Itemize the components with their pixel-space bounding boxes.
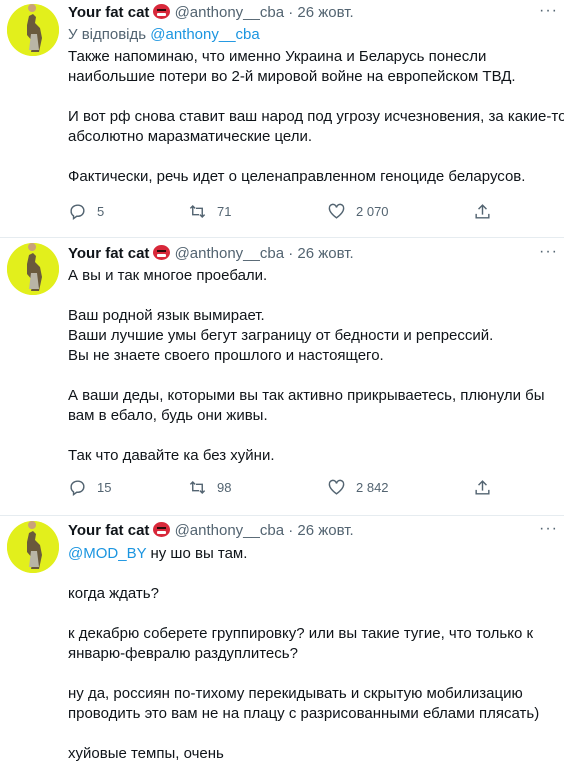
- text-line: Вы не знаете своего прошлого и настоящег…: [68, 347, 384, 364]
- tweet-text: @MOD_BY ну шо вы там. когда ждать? к дек…: [68, 544, 564, 764]
- heart-icon: [328, 203, 345, 219]
- angry-face-emoji-icon: [153, 4, 171, 19]
- tweet-text: Также напоминаю, что именно Украина и Бе…: [68, 47, 564, 187]
- retweet-button[interactable]: 71: [188, 200, 231, 222]
- text-line: наибольшие потери во 2-й мировой войне н…: [68, 68, 516, 85]
- text-line: @MOD_BY ну шо вы там.: [68, 544, 564, 564]
- separator-dot: ·: [288, 522, 294, 539]
- retweet-button[interactable]: 98: [188, 476, 231, 498]
- text-line: когда ждать?: [68, 585, 159, 602]
- retweet-icon: [189, 204, 206, 218]
- tweet-header: Your fat cat @anthony__cba · 26 жовт.: [68, 244, 354, 264]
- text-line: Также напоминаю, что именно Украина и Бе…: [68, 48, 487, 65]
- separator-dot: ·: [288, 4, 294, 21]
- more-dots-icon[interactable]: ···: [539, 243, 558, 261]
- separator-dot: ·: [288, 245, 294, 262]
- text-line: ну да, россиян по-тихому перекидывать и …: [68, 685, 523, 702]
- text-line: А вы и так многое проебали.: [68, 267, 268, 284]
- display-name[interactable]: Your fat cat: [68, 245, 149, 262]
- avatar[interactable]: [7, 521, 59, 573]
- reply-bubble-icon: [70, 203, 85, 220]
- avatar[interactable]: [7, 243, 59, 295]
- tweet-header: Your fat cat @anthony__cba · 26 жовт.: [68, 3, 354, 23]
- text-line: А ваши деды, которыми вы так активно при…: [68, 387, 545, 404]
- reply-count: 15: [97, 479, 112, 495]
- like-button[interactable]: 2 070: [327, 200, 389, 222]
- text-line: к декабрю соберете группировку? или вы т…: [68, 625, 534, 642]
- share-button[interactable]: [473, 476, 502, 498]
- reply-to-handle[interactable]: @anthony__cba: [150, 26, 259, 43]
- reply-button[interactable]: 5: [68, 200, 104, 222]
- text-line: Ваши лучшие умы бегут заграницу от бедно…: [68, 327, 494, 344]
- more-dots-icon[interactable]: ···: [539, 2, 558, 20]
- reply-context: У відповідь @anthony__cba: [68, 25, 260, 45]
- share-icon: [475, 203, 490, 219]
- angry-face-emoji-icon: [153, 522, 171, 537]
- tweet[interactable]: Your fat cat @anthony__cba · 26 жовт. ··…: [0, 0, 564, 238]
- retweet-count: 98: [217, 479, 232, 495]
- like-button[interactable]: 2 842: [327, 476, 389, 498]
- text-line: январю-февралю раздуплитесь?: [68, 645, 298, 662]
- display-name[interactable]: Your fat cat: [68, 4, 149, 21]
- mention-link[interactable]: @MOD_BY: [68, 545, 146, 562]
- reply-prefix: У відповідь: [68, 26, 147, 43]
- text-fragment: ну шо вы там.: [146, 545, 248, 562]
- share-button[interactable]: [473, 200, 502, 222]
- tweet-header: Your fat cat @anthony__cba · 26 жовт.: [68, 521, 354, 541]
- tweet[interactable]: Your fat cat @anthony__cba · 26 жовт. ··…: [0, 516, 564, 768]
- text-line: вам в ебало, будь они живы.: [68, 407, 268, 424]
- reply-count: 5: [97, 203, 105, 219]
- tweet-date[interactable]: 26 жовт.: [297, 522, 353, 539]
- text-line: Так что давайте ка без хуйни.: [68, 447, 275, 464]
- text-line: И вот рф снова ставит ваш народ под угро…: [68, 108, 564, 125]
- tweet-text: А вы и так многое проебали. Ваш родной я…: [68, 266, 564, 466]
- reply-button[interactable]: 15: [68, 476, 111, 498]
- more-dots-icon[interactable]: ···: [539, 520, 558, 538]
- text-line: хуйовые темпы, очень: [68, 745, 224, 762]
- tweet[interactable]: Your fat cat @anthony__cba · 26 жовт. ··…: [0, 238, 564, 516]
- text-line: Фактически, речь идет о целенаправленном…: [68, 168, 526, 185]
- user-handle[interactable]: @anthony__cba: [175, 4, 284, 21]
- text-line: абсолютно маразматические цели.: [68, 128, 313, 145]
- tweet-date[interactable]: 26 жовт.: [297, 245, 353, 262]
- tweet-actions: 15 98 2 842: [68, 476, 498, 498]
- tweet-date[interactable]: 26 жовт.: [297, 4, 353, 21]
- like-count: 2 842: [356, 479, 389, 495]
- text-line: Ваш родной язык вымирает.: [68, 307, 265, 324]
- angry-face-emoji-icon: [153, 245, 171, 260]
- user-handle[interactable]: @anthony__cba: [175, 245, 284, 262]
- heart-icon: [328, 479, 345, 495]
- retweet-count: 71: [217, 203, 232, 219]
- reply-bubble-icon: [70, 479, 85, 496]
- user-handle[interactable]: @anthony__cba: [175, 522, 284, 539]
- retweet-icon: [189, 480, 206, 494]
- tweet-actions: 5 71 2 070: [68, 200, 498, 222]
- display-name[interactable]: Your fat cat: [68, 522, 149, 539]
- avatar[interactable]: [7, 4, 59, 56]
- text-line: проводить это вам не на плацу с разрисов…: [68, 705, 540, 722]
- like-count: 2 070: [356, 203, 389, 219]
- share-icon: [475, 479, 490, 495]
